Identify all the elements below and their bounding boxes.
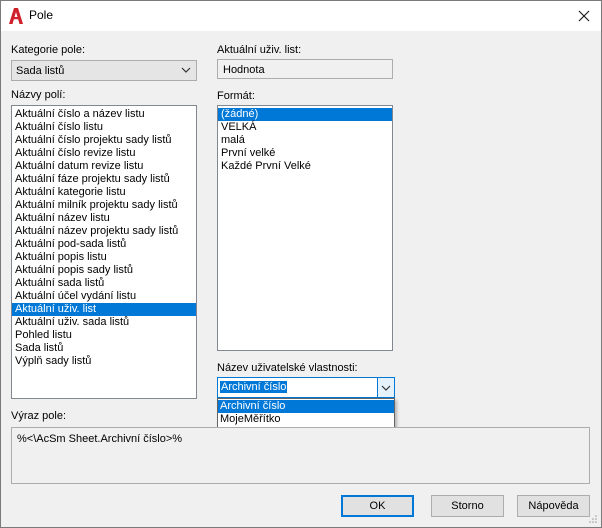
autocad-a-icon (9, 8, 23, 24)
field-name-item[interactable]: Sada listů (12, 342, 196, 355)
close-button[interactable] (573, 5, 595, 27)
field-name-item[interactable]: Aktuální číslo projektu sady listů (12, 134, 196, 147)
field-name-item[interactable]: Aktuální popis sady listů (12, 264, 196, 277)
field-name-item[interactable]: Aktuální účel vydání listu (12, 290, 196, 303)
field-name-item[interactable]: Aktuální uživ. list (12, 303, 196, 316)
help-button[interactable]: Nápověda (517, 495, 590, 517)
expression-field: %<\AcSm Sheet.Archivní číslo>% (11, 427, 590, 484)
resize-grip-icon[interactable] (588, 514, 598, 524)
field-name-item[interactable]: Aktuální milník projektu sady listů (12, 199, 196, 212)
expression-value: %<\AcSm Sheet.Archivní číslo>% (17, 433, 183, 445)
title-bar: Pole (1, 1, 601, 31)
field-dialog: Pole Kategorie pole: Sada listů Názvy po… (0, 0, 602, 528)
field-name-item[interactable]: Aktuální sada listů (12, 277, 196, 290)
format-label: Formát: (217, 90, 255, 102)
category-value: Sada listů (16, 65, 65, 77)
field-name-item[interactable]: Pohled listu (12, 329, 196, 342)
format-list[interactable]: (žádné) VELKÁ malá První velké Každé První V… (217, 105, 393, 351)
chevron-down-icon (381, 385, 391, 391)
field-name-item[interactable]: Aktuální číslo a název listu (12, 108, 196, 121)
format-item[interactable]: Každé První Velké (218, 160, 392, 173)
category-select[interactable]: Sada listů (11, 60, 197, 81)
property-option[interactable]: MojeMěřítko (218, 413, 394, 426)
close-icon (578, 10, 590, 22)
property-name-combo[interactable]: Archivní číslo (217, 377, 395, 398)
property-dropdown-list[interactable]: Archivní číslo MojeMěřítko (217, 398, 395, 428)
current-value-field: Hodnota (217, 59, 393, 79)
window-title: Pole (29, 8, 54, 22)
field-names-label: Názvy polí: (11, 89, 66, 101)
field-name-item[interactable]: Aktuální popis listu (12, 251, 196, 264)
property-option[interactable]: Archivní číslo (218, 400, 394, 413)
property-name-value[interactable]: Archivní číslo (220, 381, 288, 393)
format-item[interactable]: (žádné) (218, 108, 392, 121)
field-name-item[interactable]: Aktuální uživ. sada listů (12, 316, 196, 329)
format-item[interactable]: První velké (218, 147, 392, 160)
field-name-item[interactable]: Aktuální číslo revize listu (12, 147, 196, 160)
field-name-item[interactable]: Aktuální fáze projektu sady listů (12, 173, 196, 186)
field-name-item[interactable]: Aktuální číslo listu (12, 121, 196, 134)
ok-button[interactable]: OK (341, 495, 414, 517)
format-item[interactable]: VELKÁ (218, 121, 392, 134)
field-name-item[interactable]: Aktuální datum revize listu (12, 160, 196, 173)
field-name-item[interactable]: Aktuální název projektu sady listů (12, 225, 196, 238)
field-name-item[interactable]: Aktuální název listu (12, 212, 196, 225)
property-name-label: Název uživatelské vlastnosti: (217, 362, 358, 374)
expression-label: Výraz pole: (11, 410, 67, 422)
field-name-item[interactable]: Výplň sady listů (12, 355, 196, 368)
current-field-label: Aktuální uživ. list: (217, 44, 302, 56)
category-label: Kategorie pole: (11, 44, 85, 56)
property-dropdown-button[interactable] (377, 378, 394, 397)
cancel-button[interactable]: Storno (431, 495, 504, 517)
chevron-down-icon (181, 67, 191, 73)
field-names-list[interactable]: Aktuální číslo a název listu Aktuální čís… (11, 105, 197, 399)
current-value: Hodnota (223, 64, 265, 76)
field-name-item[interactable]: Aktuální kategorie listu (12, 186, 196, 199)
format-item[interactable]: malá (218, 134, 392, 147)
field-name-item[interactable]: Aktuální pod-sada listů (12, 238, 196, 251)
